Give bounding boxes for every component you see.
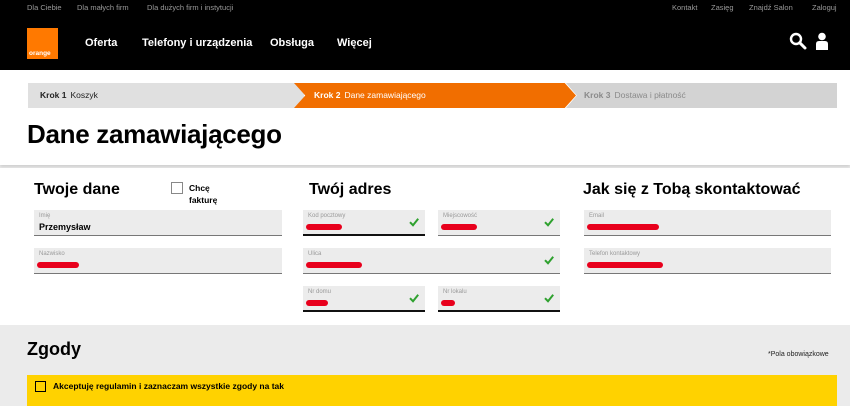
link-dla-malych-firm[interactable]: Dla małych firm — [77, 3, 129, 12]
redaction-mark — [306, 224, 342, 230]
email-field[interactable]: Email — [584, 210, 831, 236]
main-navbar: orange Oferta Telefony i urządzenia Obsł… — [0, 15, 850, 70]
accept-all-checkbox[interactable] — [35, 381, 46, 392]
checkout-steps: Krok 1 Koszyk Krok 3 Dostawa i płatność Kr… — [28, 83, 837, 108]
redaction-mark — [587, 224, 659, 230]
field-label: Email — [589, 213, 605, 219]
field-label: Ulica — [308, 251, 322, 257]
step-dostawa: Krok 3 Dostawa i płatność — [566, 83, 837, 108]
consents-section: Zgody *Pola obowiązkowe Akceptuję regula… — [0, 325, 850, 406]
nav-oferta[interactable]: Oferta — [85, 37, 117, 49]
field-label: Miejscowość — [443, 213, 478, 219]
first-name-field[interactable]: Imię Przemysław — [34, 210, 282, 236]
step-koszyk[interactable]: Krok 1 Koszyk — [28, 83, 304, 108]
link-dla-duzych-firm[interactable]: Dla dużych firm i instytucji — [147, 3, 233, 12]
invoice-checkbox[interactable] — [171, 182, 183, 194]
step-number: Krok 1 — [40, 90, 67, 100]
step-number: Krok 2 — [314, 90, 341, 100]
required-fields-note: *Pola obowiązkowe — [768, 351, 829, 358]
check-icon — [409, 218, 419, 227]
step-label: Koszyk — [70, 90, 98, 100]
page-title: Dane zamawiającego — [27, 119, 282, 149]
invoice-label-line1: Chcę — [189, 183, 210, 193]
flat-number-field[interactable]: Nr lokalu — [438, 286, 560, 312]
section-title-your-data: Twoje dane — [34, 181, 120, 198]
invoice-checkbox-label[interactable]: Chcę fakturę — [189, 182, 217, 206]
redaction-mark — [587, 262, 663, 268]
house-number-field[interactable]: Nr domu — [303, 286, 425, 312]
orange-logo[interactable]: orange — [27, 28, 58, 59]
order-form: Twoje dane Chcę fakturę Imię Przemysław … — [0, 168, 850, 325]
field-label: Nr lokalu — [443, 289, 467, 295]
field-value: Przemysław — [39, 222, 91, 232]
link-zasieg[interactable]: Zasięg — [711, 3, 734, 12]
link-znajdz-salon[interactable]: Znajdź Salon — [749, 3, 793, 12]
header-section: Krok 1 Koszyk Krok 3 Dostawa i płatność Kr… — [0, 70, 850, 165]
last-name-field[interactable]: Nazwisko — [34, 248, 282, 274]
accept-all-label[interactable]: Akceptuję regulamin i zaznaczam wszystki… — [53, 381, 284, 391]
redaction-mark — [306, 300, 328, 306]
top-utility-bar: Dla Ciebie Dla małych firm Dla dużych fi… — [0, 0, 850, 15]
nav-wiecej[interactable]: Więcej — [337, 37, 372, 49]
check-icon — [544, 218, 554, 227]
link-kontakt[interactable]: Kontakt — [672, 3, 697, 12]
accept-all-consent-bar[interactable]: Akceptuję regulamin i zaznaczam wszystki… — [27, 375, 837, 406]
check-icon — [409, 294, 419, 303]
user-icon[interactable] — [815, 32, 829, 50]
logo-text: orange — [29, 50, 51, 57]
link-zaloguj[interactable]: Zaloguj — [812, 3, 837, 12]
step-label: Dane zamawiającego — [344, 90, 426, 100]
link-dla-ciebie[interactable]: Dla Ciebie — [27, 3, 62, 12]
redaction-mark — [441, 224, 477, 230]
check-icon — [544, 256, 554, 265]
redaction-mark — [441, 300, 455, 306]
city-field[interactable]: Miejscowość — [438, 210, 560, 236]
field-label: Imię — [39, 213, 51, 219]
nav-telefony[interactable]: Telefony i urządzenia — [142, 37, 252, 49]
field-label: Telefon kontaktowy — [589, 251, 641, 257]
redaction-mark — [37, 262, 79, 268]
invoice-label-line2: fakturę — [189, 195, 218, 205]
step-label: Dostawa i płatność — [614, 90, 686, 100]
street-field[interactable]: Ulica — [303, 248, 560, 274]
nav-obsluga[interactable]: Obsługa — [270, 37, 314, 49]
check-icon — [544, 294, 554, 303]
section-title-contact: Jak się z Tobą skontaktować — [583, 181, 801, 198]
phone-field[interactable]: Telefon kontaktowy — [584, 248, 831, 274]
field-label: Kod pocztowy — [308, 213, 346, 219]
search-icon[interactable] — [789, 32, 807, 50]
postal-code-field[interactable]: Kod pocztowy — [303, 210, 425, 236]
field-label: Nr domu — [308, 289, 332, 295]
consents-title: Zgody — [27, 339, 81, 359]
section-title-address: Twój adres — [309, 181, 392, 198]
step-number: Krok 3 — [584, 90, 611, 100]
redaction-mark — [306, 262, 362, 268]
step-dane-zamawiajacego: Krok 2 Dane zamawiającego — [294, 83, 576, 108]
field-label: Nazwisko — [39, 251, 65, 257]
